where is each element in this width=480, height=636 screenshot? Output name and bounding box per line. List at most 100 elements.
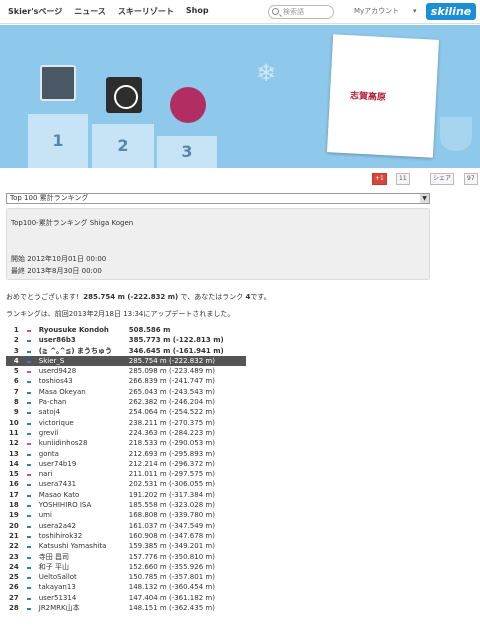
table-row[interactable]: 2 user86b3 385.773 m (-122.813 m) [6,335,246,345]
table-row[interactable]: 19 umi 168.808 m (-339.780 m) [6,510,246,520]
rank-cell: 23 [9,552,19,561]
skier-name-cell[interactable]: nari [36,469,126,479]
skier-name-cell[interactable]: JR2MRK山本 [36,603,126,613]
skier-name-cell[interactable]: victorique [36,418,126,428]
chevron-down-icon[interactable]: ▾ [413,7,417,15]
skier-name-cell[interactable]: grevil [36,428,126,438]
table-row[interactable]: 9 satoj4 254.064 m (-254.522 m) [6,407,246,417]
rank-cell: 26 [9,583,19,592]
table-row[interactable]: 6 toshios43 266.839 m (-241.747 m) [6,376,246,386]
table-row[interactable]: 4 Skier_S 285.754 m (-222.832 m) [6,355,246,367]
score-cell: 161.037 m (-347.549 m) [128,521,215,530]
table-row[interactable]: 27 user51314 147.404 m (-361.182 m) [6,593,246,603]
google-plus-button[interactable]: +1 [372,173,387,185]
skier-name-cell[interactable]: user86b3 [36,335,126,345]
skier-name-cell[interactable]: Pa-chan [36,397,126,407]
table-row[interactable]: 12 kuniidinhos28 218.533 m (-290.053 m) [6,438,246,448]
skier-name-cell[interactable]: Skier_S [35,355,126,367]
table-row[interactable]: 24 和子 平山 152.660 m (-355.926 m) [6,562,246,572]
smiley-avatar-icon[interactable] [106,77,142,113]
skier-name-cell[interactable]: (≧ ^｡^≦) まうちゅう [36,346,126,356]
table-row[interactable]: 11 grevil 224.363 m (-284.223 m) [6,428,246,438]
rank-cell: 25 [9,573,19,582]
rank-cell: 21 [9,531,19,540]
table-row[interactable]: 8 Pa-chan 262.382 m (-246.204 m) [6,397,246,407]
ranking-table: 1 Ryousuke Kondoh 508.586 m 2 user86b3 385.77… [6,325,246,613]
my-account-link[interactable]: Myアカウント [354,6,399,16]
skier-name-cell[interactable]: usera7431 [36,479,126,489]
congrats-pre: おめでとうございます! [6,293,79,301]
table-row[interactable]: 1 Ryousuke Kondoh 508.586 m [6,325,246,335]
table-row[interactable]: 16 usera7431 202.531 m (-306.055 m) [6,479,246,489]
congrats-message: おめでとうございます! 285.754 m (-222.832 m) で、あなた… [6,292,271,302]
skier-icon [22,510,36,520]
skier-name-cell[interactable]: toshihirok32 [36,531,126,541]
facebook-share-button[interactable]: シェア [430,173,455,185]
score-cell: 224.363 m (-284.223 m) [128,428,215,437]
skier-name-cell[interactable]: kuniidinhos28 [36,438,126,448]
skier-name-cell[interactable]: usera2a42 [36,521,126,531]
table-row[interactable]: 25 UeltoSallot 150.785 m (-357.801 m) [6,572,246,582]
skier-name-cell[interactable]: user74b19 [36,459,126,469]
nav-shop[interactable]: Shop [186,6,209,17]
table-row[interactable]: 13 gonta 212.693 m (-295.893 m) [6,449,246,459]
skier-icon [22,376,36,386]
skier-icon [22,521,36,531]
table-row[interactable]: 5 userd9428 285.098 m (-223.489 m) [6,366,246,376]
table-row[interactable]: 28 JR2MRK山本 148.151 m (-362.435 m) [6,603,246,613]
score-cell: 385.773 m (-122.813 m) [128,336,224,345]
ranking-select[interactable]: Top 100 累計ランキング ▼ [6,193,430,204]
skiline-logo[interactable]: skiline [426,3,476,20]
table-row[interactable]: 21 toshihirok32 160.908 m (-347.678 m) [6,531,246,541]
rank-cell: 27 [9,593,19,602]
skier-icon [22,407,36,417]
table-row[interactable]: 10 victorique 238.211 m (-270.375 m) [6,418,246,428]
table-row[interactable]: 18 YOSHIHIRO ISA 185.558 m (-323.028 m) [6,500,246,510]
skier-name-cell[interactable]: 寺田 昌司 [36,552,126,562]
table-row[interactable]: 26 takayan13 148.132 m (-360.454 m) [6,582,246,592]
table-row[interactable]: 20 usera2a42 161.037 m (-347.549 m) [6,521,246,531]
table-row[interactable]: 22 Katsushi Yamashita 159.385 m (-349.201 … [6,541,246,551]
nav-ski-resorts[interactable]: スキーリゾート [118,6,174,17]
rank-cell: 24 [9,562,19,571]
skier-name-cell[interactable]: user51314 [36,593,126,603]
podium-second: 2 [92,124,154,168]
score-cell: 202.531 m (-306.055 m) [128,480,215,489]
nav-news[interactable]: ニュース [74,6,106,17]
score-cell: 211.011 m (-297.575 m) [128,470,215,479]
search-input[interactable]: 検索語 [268,5,334,19]
ranking-end: 最終 2013年8月30日 00:00 [11,267,102,275]
skier-name-cell[interactable]: toshios43 [36,376,126,386]
skier-name-cell[interactable]: 和子 平山 [36,562,126,572]
table-row[interactable]: 23 寺田 昌司 157.776 m (-350.810 m) [6,552,246,562]
rank-cell: 11 [9,428,19,437]
skier-name-cell[interactable]: umi [36,510,126,520]
skier-name-cell[interactable]: Masa Okeyan [36,387,126,397]
table-row[interactable]: 17 Masao Kato 191.202 m (-317.384 m) [6,490,246,500]
score-cell: 266.839 m (-241.747 m) [128,377,215,386]
avatar-rank-3[interactable] [170,87,206,123]
rank-cell: 19 [9,511,19,520]
skier-name-cell[interactable]: gonta [36,449,126,459]
skier-name-cell[interactable]: YOSHIHIRO ISA [36,500,126,510]
skier-name-cell[interactable]: userd9428 [36,366,126,376]
skier-name-cell[interactable]: UeltoSallot [36,572,126,582]
rank-cell: 12 [9,439,19,448]
skier-name-cell[interactable]: Ryousuke Kondoh [36,325,126,335]
rank-cell: 10 [9,418,19,427]
avatar-rank-1[interactable] [40,65,76,101]
skier-name-cell[interactable]: Katsushi Yamashita [36,541,126,551]
nav-skiers-page[interactable]: Skier'sページ [8,6,62,17]
table-row[interactable]: 15 nari 211.011 m (-297.575 m) [6,469,246,479]
table-row[interactable]: 3 (≧ ^｡^≦) まうちゅう 346.645 m (-161.941 m) [6,346,246,356]
skier-name-cell[interactable]: satoj4 [36,407,126,417]
skier-name-cell[interactable]: takayan13 [36,582,126,592]
skier-name-cell[interactable]: Masao Kato [36,490,126,500]
rank-cell: 3 [13,346,19,355]
skier-icon [22,325,36,335]
table-row[interactable]: 14 user74b19 212.214 m (-296.372 m) [6,459,246,469]
score-cell: 148.151 m (-362.435 m) [128,604,215,613]
top-navigation: Skier'sページ ニュース スキーリゾート Shop 検索語 Myアカウント… [0,0,480,24]
snowflake-icon: ❄ [256,59,277,87]
table-row[interactable]: 7 Masa Okeyan 265.043 m (-243.543 m) [6,387,246,397]
